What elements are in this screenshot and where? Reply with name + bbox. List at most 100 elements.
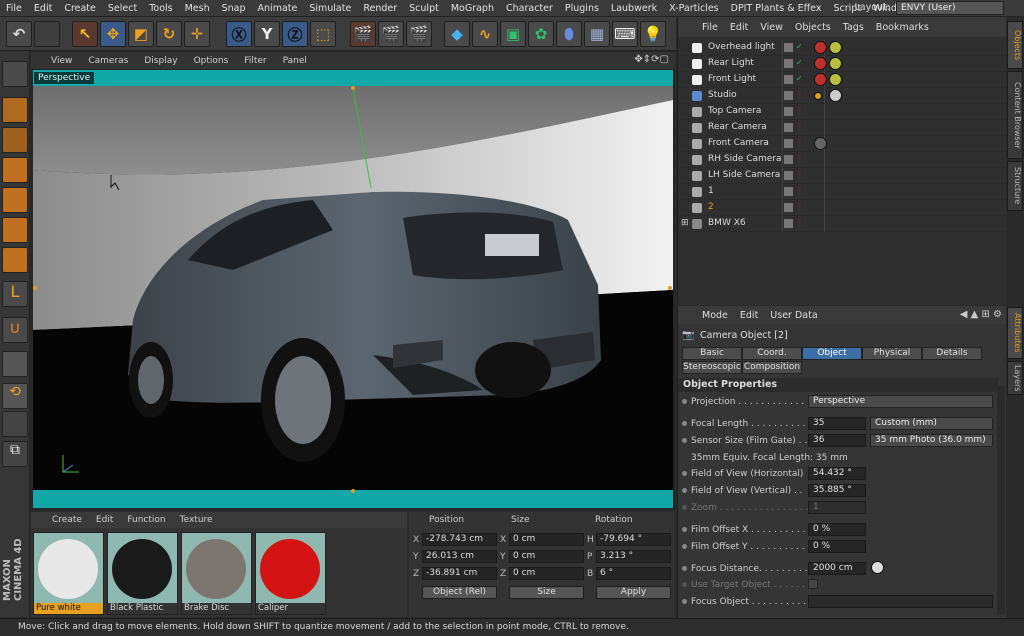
- edges-mode-icon[interactable]: [2, 217, 28, 243]
- material-menu-texture[interactable]: Texture: [173, 515, 220, 525]
- pick-focus-icon[interactable]: [871, 561, 884, 574]
- projection-dropdown[interactable]: Perspective: [808, 395, 993, 408]
- cloner-icon[interactable]: ✿: [528, 21, 554, 47]
- menu-render[interactable]: Render: [357, 3, 403, 14]
- objects-menu-bookmarks[interactable]: Bookmarks: [870, 22, 935, 33]
- menu-dpit[interactable]: DPIT Plants & Effex: [725, 3, 828, 14]
- fov-vertical-field[interactable]: 35.885 °: [808, 484, 866, 497]
- texture-mode-icon[interactable]: [2, 127, 28, 153]
- size-mode-dropdown[interactable]: Size: [509, 586, 584, 599]
- objects-menu-edit[interactable]: Edit: [724, 22, 754, 33]
- tab-structure[interactable]: Structure: [1007, 161, 1023, 211]
- object-row-front-camera[interactable]: Front Camera ⋮: [678, 136, 1007, 152]
- x-axis-lock-icon[interactable]: Ⓧ: [226, 21, 252, 47]
- material-menu-edit[interactable]: Edit: [89, 515, 120, 525]
- menu-select[interactable]: Select: [102, 3, 143, 14]
- tag-icon[interactable]: [829, 73, 842, 86]
- undo-icon[interactable]: ↶: [6, 21, 32, 47]
- visibility-toggle[interactable]: [784, 107, 793, 116]
- material-menu-function[interactable]: Function: [120, 515, 172, 525]
- menu-plugins[interactable]: Plugins: [559, 3, 605, 14]
- tag-icon[interactable]: [814, 41, 827, 54]
- render-picture-viewer-icon[interactable]: 🎬: [378, 21, 404, 47]
- workplane-mode-icon[interactable]: [2, 157, 28, 183]
- layout-dropdown[interactable]: ENVY (User): [896, 1, 1004, 15]
- menu-sculpt[interactable]: Sculpt: [403, 3, 445, 14]
- visibility-toggle[interactable]: [784, 219, 793, 228]
- attr-menu-mode[interactable]: Mode: [696, 310, 734, 321]
- size-x-field[interactable]: 0 cm: [509, 533, 584, 546]
- redo-icon[interactable]: [34, 21, 60, 47]
- expand-icon[interactable]: ⊞: [681, 218, 689, 228]
- film-offset-x-field[interactable]: 0 %: [808, 523, 866, 536]
- viewport-nav-icon[interactable]: ✥⇕⟳▢: [634, 54, 669, 65]
- deformer-icon[interactable]: ⬮: [556, 21, 582, 47]
- rotation-b-field[interactable]: 6 °: [596, 567, 671, 580]
- tab-objects[interactable]: Objects: [1007, 21, 1023, 69]
- viewport-menu-options[interactable]: Options: [186, 56, 237, 66]
- spline-pen-icon[interactable]: ∿: [472, 21, 498, 47]
- material-swatch[interactable]: Black Plastic: [107, 532, 178, 615]
- visibility-toggle[interactable]: [784, 139, 793, 148]
- menu-edit[interactable]: Edit: [28, 3, 58, 14]
- visibility-toggle[interactable]: [784, 43, 793, 52]
- apply-button[interactable]: Apply: [596, 586, 671, 599]
- focal-preset-dropdown[interactable]: Custom (mm): [870, 417, 993, 430]
- attr-nav-icons[interactable]: ◀ ▲ ⊞ ⚙: [960, 309, 1002, 320]
- visibility-toggle[interactable]: [784, 59, 793, 68]
- viewport-menu-view[interactable]: View: [43, 56, 80, 66]
- menu-tools[interactable]: Tools: [143, 3, 178, 14]
- rotation-p-field[interactable]: 3.213 °: [596, 550, 671, 563]
- render-settings-icon[interactable]: 🎬: [406, 21, 432, 47]
- tab-layers[interactable]: Layers: [1007, 361, 1023, 395]
- tab-attributes[interactable]: Attributes: [1007, 307, 1023, 359]
- position-x-field[interactable]: -278.743 cm: [422, 533, 497, 546]
- visibility-toggle[interactable]: [784, 171, 793, 180]
- axis-mode-icon[interactable]: L: [2, 281, 28, 307]
- make-editable-icon[interactable]: [2, 61, 28, 87]
- z-axis-lock-icon[interactable]: Ⓩ: [282, 21, 308, 47]
- object-row-top-camera[interactable]: Top Camera ⋮: [678, 104, 1007, 120]
- rotation-h-field[interactable]: -79.694 °: [596, 533, 671, 546]
- menu-animate[interactable]: Animate: [252, 3, 304, 14]
- tab-composition[interactable]: Composition: [742, 361, 802, 374]
- use-target-object-checkbox[interactable]: [808, 579, 818, 589]
- render-view-icon[interactable]: 🎬: [350, 21, 376, 47]
- zoom-field[interactable]: 1: [808, 501, 866, 514]
- focus-object-field[interactable]: [808, 595, 993, 608]
- sensor-size-field[interactable]: 36: [808, 434, 866, 447]
- visibility-toggle[interactable]: [784, 75, 793, 84]
- visibility-toggle[interactable]: [784, 187, 793, 196]
- workplane-lock-icon[interactable]: [2, 351, 28, 377]
- object-row-camera-1[interactable]: 1 ⋮: [678, 184, 1007, 200]
- tab-coord[interactable]: Coord.: [742, 347, 802, 360]
- menu-x-particles[interactable]: X-Particles: [663, 3, 725, 14]
- attr-scrollbar[interactable]: [997, 386, 1005, 614]
- size-y-field[interactable]: 0 cm: [509, 550, 584, 563]
- snap-magnet-icon[interactable]: ∪: [2, 317, 28, 343]
- visibility-toggle[interactable]: [784, 123, 793, 132]
- planar-workplane-icon[interactable]: ⟲: [2, 383, 28, 409]
- tab-object[interactable]: Object: [802, 347, 862, 360]
- object-row-camera-2[interactable]: 2 ⋮: [678, 200, 1007, 216]
- menu-snap[interactable]: Snap: [216, 3, 252, 14]
- y-axis-lock-icon[interactable]: Y: [254, 21, 280, 47]
- coordinate-system-icon[interactable]: ⬚: [310, 21, 336, 47]
- material-swatch[interactable]: Pure white: [33, 532, 104, 615]
- light-icon[interactable]: 💡: [640, 21, 666, 47]
- menu-create[interactable]: Create: [58, 3, 102, 14]
- camera-icon[interactable]: ⌨: [612, 21, 638, 47]
- viewport-menu-display[interactable]: Display: [136, 56, 185, 66]
- size-z-field[interactable]: 0 cm: [509, 567, 584, 580]
- film-offset-y-field[interactable]: 0 %: [808, 540, 866, 553]
- object-row-lh-side-camera[interactable]: LH Side Camera ⋮: [678, 168, 1007, 184]
- objects-menu-objects[interactable]: Objects: [789, 22, 837, 33]
- tab-stereoscopic[interactable]: Stereoscopic: [682, 361, 742, 374]
- object-row-studio[interactable]: Studio ⋮: [678, 88, 1007, 104]
- move-icon[interactable]: ✥: [100, 21, 126, 47]
- material-menu-create[interactable]: Create: [45, 515, 89, 525]
- scale-icon[interactable]: ◩: [128, 21, 154, 47]
- menu-laubwerk[interactable]: Laubwerk: [605, 3, 663, 14]
- object-row-overhead-light[interactable]: Overhead light ✓: [678, 40, 1007, 56]
- focal-length-field[interactable]: 35: [808, 417, 866, 430]
